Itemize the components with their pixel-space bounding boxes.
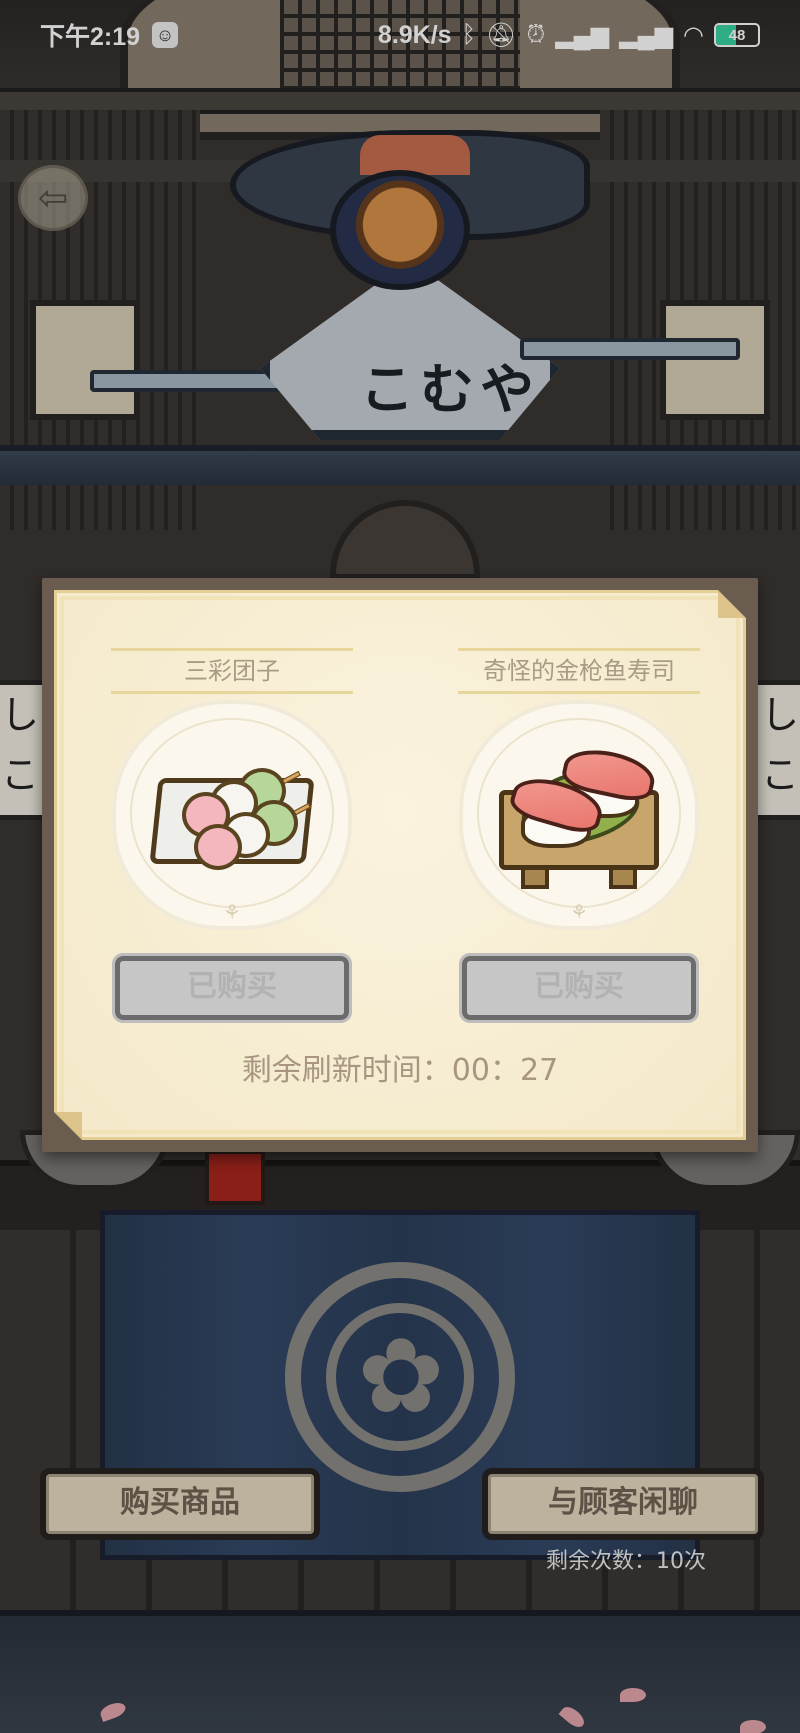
item-name: 三彩团子 (111, 648, 353, 694)
purchased-button[interactable]: 已购买 (459, 953, 699, 1023)
item-frame[interactable]: ⚘ (459, 700, 699, 930)
shop-item-dango: 三彩团子 ⚘ 已购买 (107, 648, 357, 1023)
knot-ornament: ⚘ (570, 900, 588, 924)
remaining-count: 剩余次数：10次 (546, 1549, 706, 1574)
refresh-timer: 剩余刷新时间：00：27 (241, 1053, 559, 1088)
shop-item-tuna-sushi: 奇怪的金枪鱼寿司 ⚘ 已购买 (454, 648, 704, 1023)
shop-dialog: 三彩团子 ⚘ 已购买 奇怪的金枪鱼寿司 ⚘ 已购买 剩余刷新时间：00：27 (42, 578, 758, 1152)
knot-ornament: ⚘ (223, 900, 241, 924)
corner-fold (54, 1112, 82, 1140)
pink-dango (194, 824, 242, 870)
dialog-paper: 三彩团子 ⚘ 已购买 奇怪的金枪鱼寿司 ⚘ 已购买 剩余刷新时间：00：27 (54, 590, 746, 1140)
item-frame[interactable]: ⚘ (112, 700, 352, 930)
chat-with-customer-button[interactable]: 与顾客闲聊 (482, 1468, 764, 1540)
purchased-button[interactable]: 已购买 (112, 953, 352, 1023)
corner-fold (718, 590, 746, 618)
buy-goods-button[interactable]: 购买商品 (40, 1468, 320, 1540)
item-name: 奇怪的金枪鱼寿司 (458, 648, 700, 694)
